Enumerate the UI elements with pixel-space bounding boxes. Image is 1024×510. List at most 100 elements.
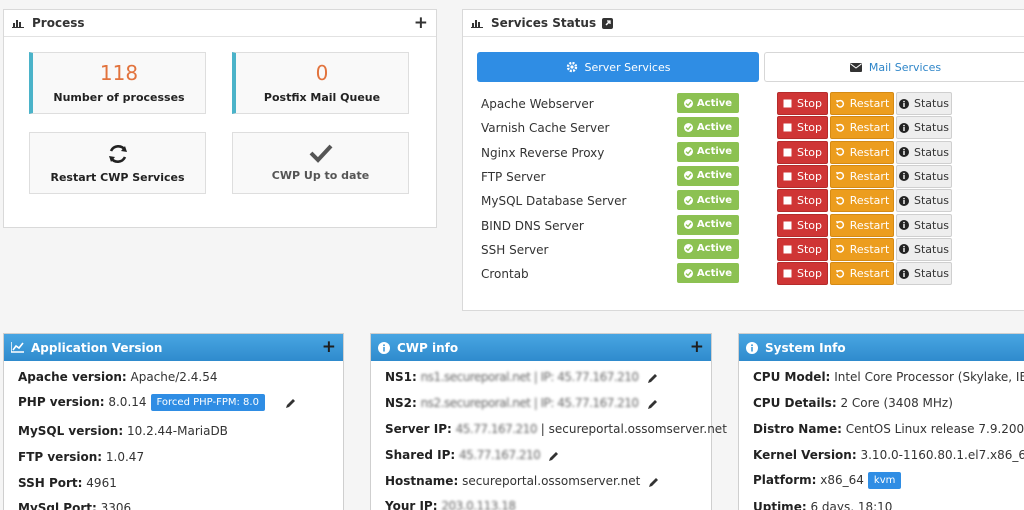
check-circle-icon [683,195,693,205]
mail-queue-label: Postfix Mail Queue [263,91,381,104]
checkmark-icon [233,143,408,165]
processes-count-box[interactable]: 118 Number of processes [29,52,206,114]
service-name: BIND DNS Server [481,218,584,233]
status-button[interactable]: Status [896,92,952,115]
ns2-value: ns2.secureporal.net | IP: 45.77.167.210 [420,396,639,410]
status-button[interactable]: Status [896,189,952,213]
check-circle-icon [683,98,693,108]
gear-icon [566,61,578,73]
restart-button[interactable]: Restart [830,164,894,188]
service-row: SSH Server Active Stop Restart Status [481,237,1021,261]
restart-button[interactable]: Restart [830,92,894,115]
status-button[interactable]: Status [896,213,952,237]
status-button[interactable]: Status [896,116,952,140]
mysql-version-key: MySQL version: [18,424,124,438]
active-status-badge: Active [677,141,739,162]
shared-ip-row: Shared IP: 45.77.167.210 [385,448,560,462]
kernel-key: Kernel Version: [753,448,857,462]
stop-label: Stop [796,97,822,110]
restart-button[interactable]: Restart [830,140,894,164]
stop-label: Stop [796,169,822,183]
process-title: Process [32,16,85,30]
stop-button[interactable]: Stop [777,237,828,261]
status-label: Status [913,194,950,208]
stop-button[interactable]: Stop [777,116,828,140]
service-name: MySQL Database Server [481,194,627,209]
restart-button[interactable]: Restart [830,189,894,213]
restart-button[interactable]: Restart [830,262,894,286]
restart-cwp-button[interactable]: Restart CWP Services [29,132,206,194]
restart-label: Restart [849,242,890,256]
expand-plus-icon[interactable]: + [322,339,336,356]
service-name: Varnish Cache Server [481,121,610,136]
stop-button[interactable]: Stop [777,213,828,237]
check-circle-icon [683,147,693,157]
status-label: Status [913,218,950,232]
active-label: Active [696,97,733,109]
processes-label: Number of processes [53,91,185,104]
restart-label: Restart [849,267,890,281]
active-status-badge: Active [677,238,739,259]
expand-plus-icon[interactable]: + [414,14,428,32]
pencil-icon[interactable] [647,398,659,410]
active-label: Active [696,267,733,279]
kernel-row: Kernel Version: 3.10.0-1160.80.1.el7.x86… [753,448,1024,462]
active-label: Active [696,194,733,206]
status-button[interactable]: Status [896,140,952,164]
check-circle-icon [683,122,693,132]
distro-key: Distro Name: [753,422,842,436]
pencil-icon[interactable] [647,372,659,384]
stop-button[interactable]: Stop [777,92,828,115]
tab-mail-services[interactable]: Mail Services [764,52,1024,82]
status-button[interactable]: Status [896,262,952,286]
application-version-title: Application Version [31,340,163,355]
cpu-model-row: CPU Model: Intel Core Processor (Skylake… [753,370,1024,384]
application-version-header: Application Version + [4,334,343,361]
external-link-icon[interactable] [602,17,614,29]
your-ip-row: Your IP: 203.0.113.18 [385,499,516,510]
check-circle-icon [683,220,693,229]
your-ip-value: 203.0.113.18 [441,499,516,510]
stop-button[interactable]: Stop [777,140,828,164]
cwp-up-to-date-label: CWP Up to date [271,169,370,182]
process-panel: Process + 118 Number of processes 0 Post… [3,9,437,228]
your-ip-key: Your IP: [385,499,438,510]
info-icon [898,268,909,279]
stop-button[interactable]: Stop [777,262,828,286]
platform-key: Platform: [753,473,817,487]
ns1-key: NS1: [385,370,417,384]
shared-ip-value: 45.77.167.210 [459,448,541,462]
stop-button[interactable]: Stop [777,189,828,213]
hostname-value: secureportal.ossomserver.net [462,474,641,488]
shared-ip-key: Shared IP: [385,448,456,462]
restart-button[interactable]: Restart [830,213,894,237]
system-info-header: System Info [739,334,1024,361]
mail-queue-box[interactable]: 0 Postfix Mail Queue [232,52,409,114]
refresh-icon [835,220,845,230]
kvm-badge: kvm [867,472,902,489]
pencil-icon[interactable] [648,476,660,488]
mysql-port-row: MySql Port: 3306 [18,501,131,510]
service-row: Nginx Reverse Proxy Active Stop Restart Stat… [481,140,1021,164]
tab-server-services[interactable]: Server Services [477,52,759,82]
restart-button[interactable]: Restart [830,237,894,261]
pencil-icon[interactable] [548,450,560,462]
server-ip-key: Server IP: [385,422,452,436]
restart-button[interactable]: Restart [830,116,894,140]
active-status-badge: Active [677,263,739,284]
mysql-port-value: 3306 [100,501,132,510]
status-button[interactable]: Status [896,164,952,188]
services-header: Services Status [463,10,1024,37]
cpu-model-key: CPU Model: [753,370,831,384]
stop-button[interactable]: Stop [777,164,828,188]
pencil-icon[interactable] [285,397,297,409]
service-name: Crontab [481,267,529,282]
refresh-icon [835,123,845,133]
status-button[interactable]: Status [896,237,952,261]
stop-label: Stop [796,194,822,208]
expand-plus-icon[interactable]: + [690,339,704,356]
forced-php-fpm-badge[interactable]: Forced PHP-FPM: 8.0 [150,394,265,411]
php-version-row: PHP version: 8.0.14 Forced PHP-FPM: 8.0 [18,394,297,411]
service-row: FTP Server Active Stop Restart Status [481,164,1021,188]
stop-label: Stop [796,267,822,281]
